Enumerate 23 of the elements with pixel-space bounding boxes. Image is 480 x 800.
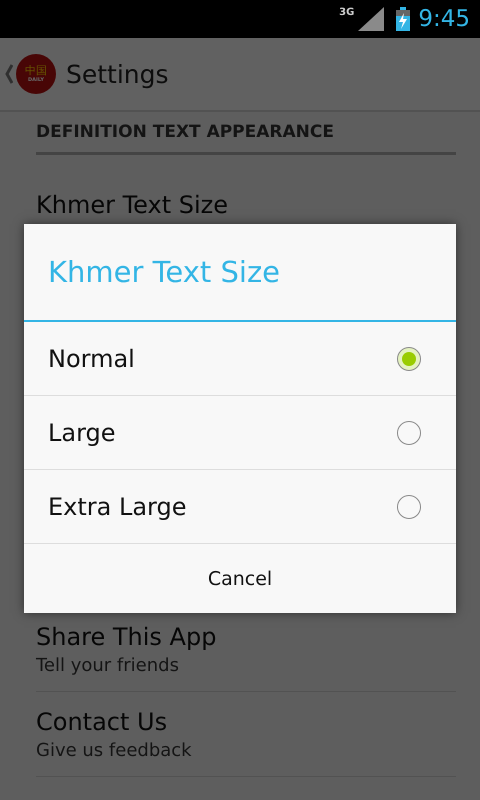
radio-option[interactable]: Large — [24, 396, 456, 470]
screen-title: Settings — [66, 60, 169, 88]
option-label: Large — [48, 418, 116, 446]
cancel-button[interactable]: Cancel — [24, 544, 456, 613]
option-label: Normal — [48, 344, 135, 372]
battery-charging-icon — [396, 7, 410, 31]
logo-text: 中国 — [25, 64, 47, 76]
dialog-title: Khmer Text Size — [47, 254, 282, 291]
section-header: DEFINITION TEXT APPEARANCE — [36, 112, 456, 155]
radio-button[interactable] — [397, 494, 421, 518]
option-label: Extra Large — [48, 492, 187, 520]
network-label: 3G — [339, 7, 354, 18]
setting-summary: Tell your friends — [36, 654, 180, 678]
signal-icon — [358, 7, 384, 31]
back-icon[interactable] — [5, 64, 13, 84]
setting-title: Khmer Text Size — [36, 190, 230, 221]
radio-button[interactable] — [397, 346, 421, 370]
setting-title: Share This App — [36, 622, 218, 653]
setting-summary: Give us feedback — [36, 739, 193, 763]
clock: 9:45 — [418, 6, 470, 32]
radio-button[interactable] — [397, 420, 421, 444]
setting-title: Contact Us — [36, 707, 168, 738]
radio-option[interactable]: Normal — [24, 322, 456, 396]
